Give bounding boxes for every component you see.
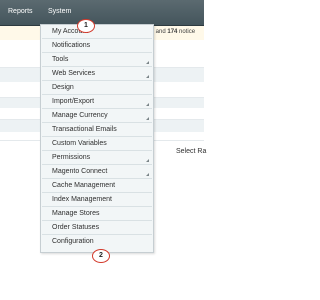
menu-item-label: Manage Currency [52, 112, 108, 119]
menu-item-order-statuses[interactable]: Order Statuses [42, 221, 152, 235]
nav-item-system[interactable]: System [48, 7, 71, 16]
menu-item-label: Order Statuses [52, 224, 100, 231]
menu-item-transactional-emails[interactable]: Transactional Emails [42, 123, 152, 137]
menu-item-manage-currency[interactable]: Manage Currency [42, 109, 152, 123]
menu-item-cache-management[interactable]: Cache Management [42, 179, 152, 193]
submenu-arrow-icon [146, 103, 149, 106]
step-callout-2: 2 [92, 249, 110, 263]
submenu-arrow-icon [146, 173, 149, 176]
menu-item-label: Import/Export [52, 98, 95, 105]
menu-item-label: Design [52, 84, 74, 91]
submenu-arrow-icon [146, 159, 149, 162]
submenu-arrow-icon [146, 117, 149, 120]
system-dropdown-menu: My Account Notifications Tools Web Servi… [40, 24, 154, 253]
nav-item-reports[interactable]: Reports [8, 7, 33, 16]
menu-item-label: Cache Management [52, 182, 116, 189]
step-callout-1: 1 [77, 19, 95, 33]
submenu-arrow-icon [146, 75, 149, 78]
menu-item-index-management[interactable]: Index Management [42, 193, 152, 207]
menu-item-configuration[interactable]: Configuration [42, 235, 152, 249]
menu-item-label: Configuration [52, 238, 94, 245]
menu-item-label: Magento Connect [52, 168, 108, 175]
notice-suffix: notice [179, 29, 196, 35]
menu-item-label: Permissions [52, 154, 91, 161]
menu-item-notifications[interactable]: Notifications [42, 39, 152, 53]
menu-item-web-services[interactable]: Web Services [42, 67, 152, 81]
menu-item-import-export[interactable]: Import/Export [42, 95, 152, 109]
menu-item-label: Transactional Emails [52, 126, 117, 133]
submenu-arrow-icon [146, 61, 149, 64]
menu-item-label: Tools [52, 56, 69, 63]
menu-item-label: Index Management [52, 196, 112, 203]
menu-item-label: Manage Stores [52, 210, 100, 217]
menu-item-permissions[interactable]: Permissions [42, 151, 152, 165]
menu-item-manage-stores[interactable]: Manage Stores [42, 207, 152, 221]
menu-item-label: Notifications [52, 42, 91, 49]
menu-item-tools[interactable]: Tools [42, 53, 152, 67]
menu-item-custom-variables[interactable]: Custom Variables [42, 137, 152, 151]
select-range-label[interactable]: Select Ra [176, 148, 206, 155]
notice-count: 174 [167, 29, 178, 35]
menu-item-design[interactable]: Design [42, 81, 152, 95]
menu-item-my-account[interactable]: My Account [42, 25, 152, 39]
menu-item-label: Custom Variables [52, 140, 107, 147]
top-navigation-bar: Reports System [0, 0, 204, 26]
menu-item-label: Web Services [52, 70, 96, 77]
menu-item-magento-connect[interactable]: Magento Connect [42, 165, 152, 179]
